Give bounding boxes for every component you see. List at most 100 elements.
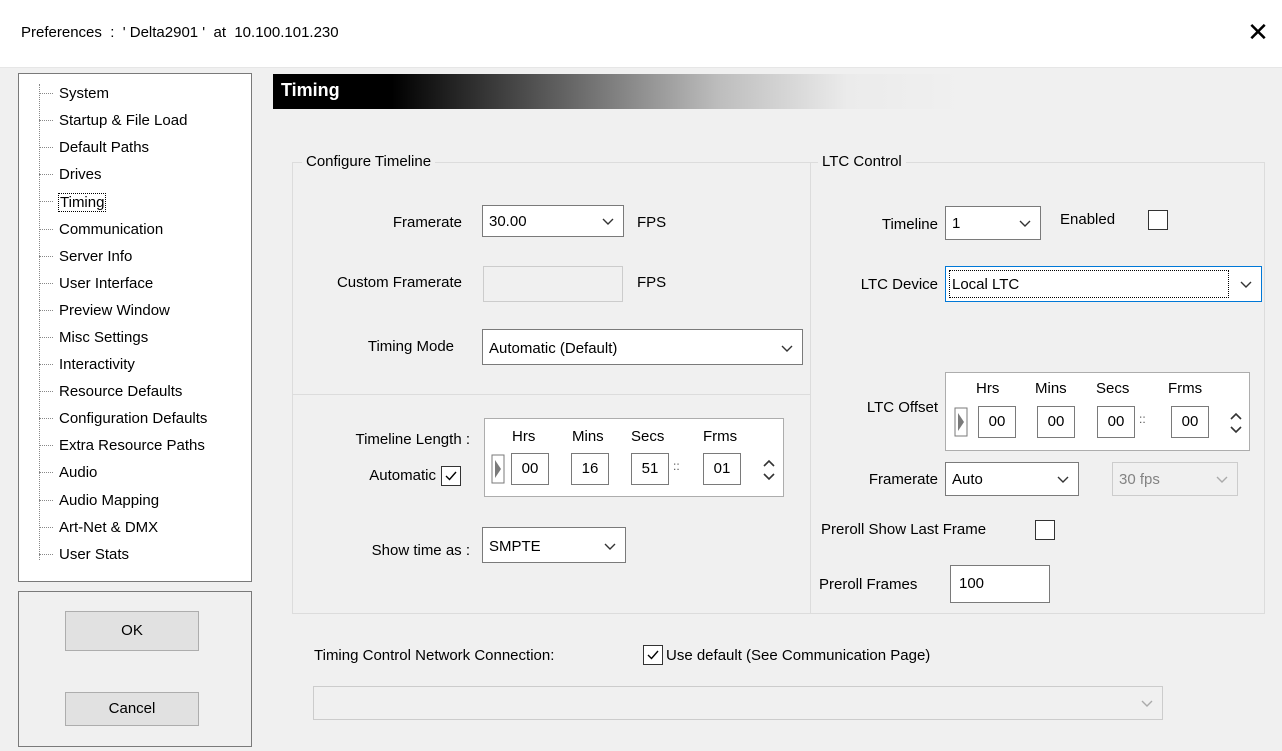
framerate-value: 30.00 bbox=[489, 213, 527, 230]
tree-item-system[interactable]: System bbox=[19, 81, 251, 107]
tree-connector bbox=[39, 488, 53, 514]
ltc-tc-separator: :: bbox=[1139, 412, 1146, 426]
preroll-show-last-checkbox[interactable] bbox=[1035, 520, 1055, 540]
preroll-frames-input[interactable]: 100 bbox=[950, 565, 1050, 603]
tree-item-label: Default Paths bbox=[59, 139, 150, 157]
chevron-down-icon bbox=[1240, 281, 1252, 288]
ltc-tc-mins-field[interactable]: 00 bbox=[1037, 406, 1075, 438]
close-icon[interactable]: ✕ bbox=[1242, 16, 1274, 48]
tree-item-label: Extra Resource Paths bbox=[59, 437, 205, 455]
tree-connector bbox=[39, 108, 53, 134]
tree-item-timing[interactable]: Timing bbox=[19, 189, 251, 215]
use-default-checkbox[interactable] bbox=[643, 645, 663, 665]
ltc-fps-select: 30 fps bbox=[1112, 462, 1238, 496]
custom-framerate-input[interactable] bbox=[483, 266, 623, 302]
chevron-down-icon bbox=[602, 218, 614, 225]
chevron-down-icon bbox=[1019, 220, 1031, 227]
tc-mins-field[interactable]: 16 bbox=[571, 453, 609, 485]
tc-separator: :: bbox=[673, 459, 680, 473]
tree-connector bbox=[39, 542, 53, 568]
tree-item-label: Interactivity bbox=[59, 356, 135, 373]
tree-item-extra-resource-paths[interactable]: Extra Resource Paths bbox=[19, 433, 251, 459]
spin-updown-icon[interactable] bbox=[1228, 406, 1244, 440]
show-time-select[interactable]: SMPTE bbox=[482, 527, 626, 563]
tree-connector bbox=[39, 244, 53, 270]
ltc-device-select[interactable]: Local LTC bbox=[945, 266, 1262, 302]
tree-item-user-interface[interactable]: User Interface bbox=[19, 271, 251, 297]
enabled-label: Enabled bbox=[1060, 211, 1116, 228]
ltc-tc-play-arrow-icon[interactable] bbox=[954, 407, 968, 437]
tree-item-art-net-dmx[interactable]: Art-Net & DMX bbox=[19, 515, 251, 541]
tree-item-label: Audio bbox=[59, 464, 98, 482]
tree-item-label: Communication bbox=[59, 220, 164, 238]
tree-item-startup-file-load[interactable]: Startup & File Load bbox=[19, 108, 251, 134]
ltc-tc-frms-header: Frms bbox=[1168, 380, 1203, 397]
preroll-frames-label: Preroll Frames bbox=[819, 576, 918, 593]
ltc-timeline-value: 1 bbox=[952, 215, 961, 232]
tc-secs-field[interactable]: 51 bbox=[631, 453, 669, 485]
tree-item-label: Misc Settings bbox=[59, 328, 149, 346]
ltc-fps-value: 30 fps bbox=[1119, 471, 1160, 488]
tree-item-preview-window[interactable]: Preview Window bbox=[19, 298, 251, 324]
ltc-tc-hrs-field[interactable]: 00 bbox=[978, 406, 1016, 438]
tree-item-label: Configuration Defaults bbox=[59, 410, 208, 428]
chevron-down-icon bbox=[781, 345, 793, 352]
cancel-button[interactable]: Cancel bbox=[65, 692, 199, 726]
tree-connector bbox=[39, 325, 53, 351]
checkmark-icon bbox=[445, 471, 457, 481]
network-connection-label: Timing Control Network Connection: bbox=[314, 647, 555, 664]
framerate-fps-unit: FPS bbox=[637, 214, 667, 231]
ok-button[interactable]: OK bbox=[65, 611, 199, 651]
show-time-label: Show time as : bbox=[371, 542, 470, 559]
tc-mins-header: Mins bbox=[572, 428, 604, 445]
tree-item-interactivity[interactable]: Interactivity bbox=[19, 352, 251, 378]
tree-item-audio[interactable]: Audio bbox=[19, 460, 251, 486]
automatic-checkbox[interactable] bbox=[441, 466, 461, 486]
framerate-label: Framerate bbox=[392, 214, 462, 231]
tree-item-default-paths[interactable]: Default Paths bbox=[19, 135, 251, 161]
tree-item-misc-settings[interactable]: Misc Settings bbox=[19, 325, 251, 351]
tree-connector bbox=[39, 433, 53, 459]
ltc-tc-frms-field[interactable]: 00 bbox=[1171, 406, 1209, 438]
tc-frms-field[interactable]: 01 bbox=[703, 453, 741, 485]
ltc-control-label: LTC Control bbox=[818, 153, 906, 170]
tc-play-arrow-icon[interactable] bbox=[491, 454, 505, 484]
tree-connector bbox=[39, 460, 53, 486]
tree-item-audio-mapping[interactable]: Audio Mapping bbox=[19, 488, 251, 514]
ltc-timeline-label: Timeline bbox=[881, 216, 938, 233]
timing-mode-select[interactable]: Automatic (Default) bbox=[482, 329, 803, 365]
spin-updown-icon[interactable] bbox=[761, 453, 777, 487]
ltc-tc-hrs-header: Hrs bbox=[976, 380, 1000, 397]
configure-timeline-label: Configure Timeline bbox=[302, 153, 436, 170]
tree-item-label: Audio Mapping bbox=[59, 491, 160, 509]
tree-connector bbox=[39, 352, 53, 378]
tree-item-label: User Interface bbox=[59, 274, 154, 292]
tree-item-configuration-defaults[interactable]: Configuration Defaults bbox=[19, 406, 251, 432]
tree-connector bbox=[39, 189, 53, 215]
ltc-offset-timecode: Hrs Mins Secs Frms 00 00 00 :: 00 bbox=[945, 372, 1250, 451]
timing-mode-value: Automatic (Default) bbox=[489, 340, 618, 357]
tree-connector bbox=[39, 162, 53, 188]
automatic-label: Automatic bbox=[369, 467, 436, 484]
page-header bbox=[273, 74, 1263, 109]
tc-hrs-field[interactable]: 00 bbox=[511, 453, 549, 485]
tree-item-label: Art-Net & DMX bbox=[59, 518, 159, 536]
tree-connector bbox=[39, 217, 53, 243]
ltc-device-value: Local LTC bbox=[952, 276, 1020, 293]
ltc-framerate-select[interactable]: Auto bbox=[945, 462, 1079, 496]
use-default-label: Use default (See Communication Page) bbox=[666, 647, 931, 664]
tree-item-user-stats[interactable]: User Stats bbox=[19, 542, 251, 568]
tree-item-drives[interactable]: Drives bbox=[19, 162, 251, 188]
ltc-timeline-select[interactable]: 1 bbox=[945, 206, 1041, 240]
enabled-checkbox[interactable] bbox=[1148, 210, 1168, 230]
tree-connector bbox=[39, 515, 53, 541]
ltc-tc-secs-field[interactable]: 00 bbox=[1097, 406, 1135, 438]
ltc-device-label: LTC Device bbox=[860, 276, 938, 293]
tree-item-resource-defaults[interactable]: Resource Defaults bbox=[19, 379, 251, 405]
tree-item-label: Drives bbox=[59, 166, 102, 184]
tree-item-server-info[interactable]: Server Info bbox=[19, 244, 251, 270]
tree-item-communication[interactable]: Communication bbox=[19, 217, 251, 243]
ltc-tc-mins-header: Mins bbox=[1035, 380, 1067, 397]
framerate-select[interactable]: 30.00 bbox=[482, 205, 624, 237]
window-title: Preferences : ' Delta2901 ' at 10.100.10… bbox=[21, 24, 339, 41]
